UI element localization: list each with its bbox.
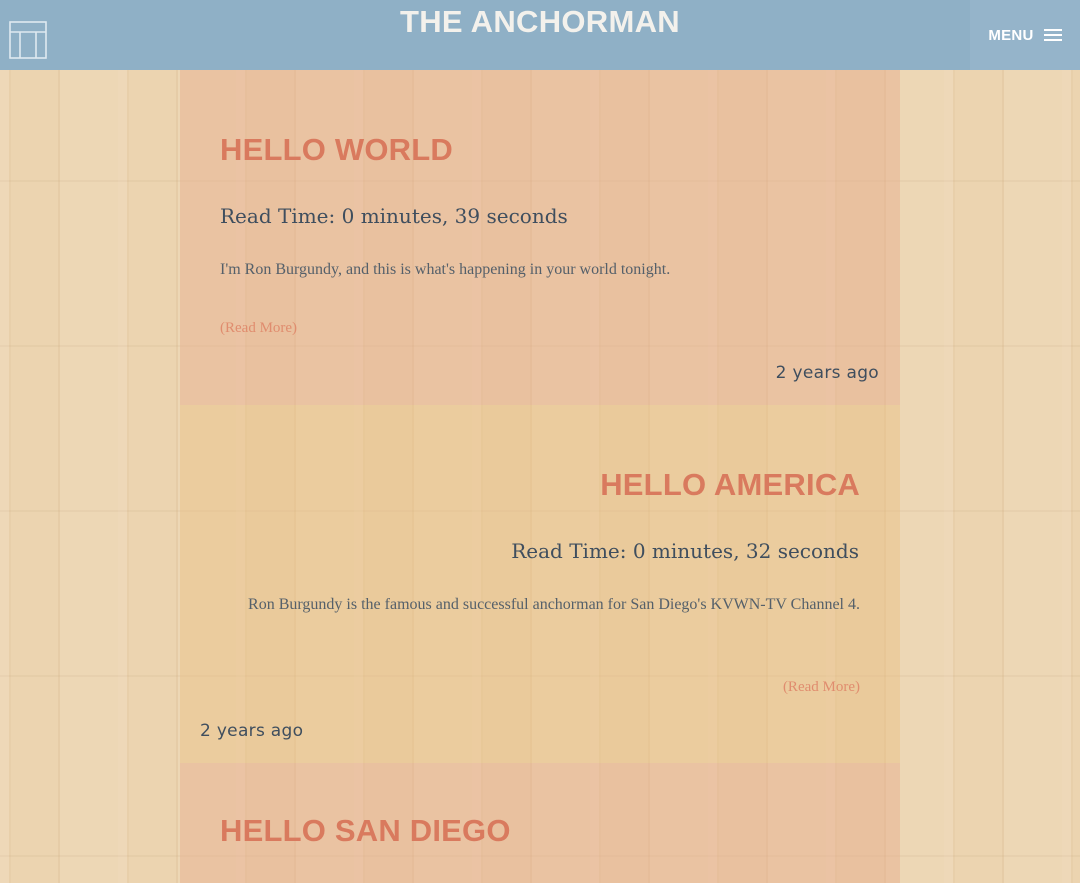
post-card: HELLO WORLD Read Time: 0 minutes, 39 sec… bbox=[180, 70, 900, 405]
post-title[interactable]: HELLO WORLD bbox=[220, 130, 453, 170]
site-title[interactable]: THE ANCHORMAN bbox=[0, 2, 1080, 42]
post-list: HELLO WORLD Read Time: 0 minutes, 39 sec… bbox=[180, 70, 900, 883]
read-more-link[interactable]: (Read More) bbox=[220, 318, 297, 338]
post-time-ago: 2 years ago bbox=[200, 721, 304, 741]
hamburger-icon bbox=[1043, 28, 1062, 42]
read-more-link[interactable]: (Read More) bbox=[783, 677, 860, 697]
post-title[interactable]: HELLO AMERICA bbox=[600, 465, 860, 505]
read-time: Read Time: 0 minutes, 39 seconds bbox=[220, 204, 568, 228]
read-time: Read Time: 0 minutes, 32 seconds bbox=[511, 539, 859, 563]
menu-button[interactable]: MENU bbox=[970, 0, 1080, 70]
post-excerpt: Ron Burgundy is the famous and successfu… bbox=[248, 596, 860, 613]
menu-label: MENU bbox=[988, 26, 1034, 44]
post-excerpt: I'm Ron Burgundy, and this is what's hap… bbox=[220, 261, 671, 278]
post-title[interactable]: HELLO SAN DIEGO bbox=[220, 811, 511, 851]
post-card: HELLO SAN DIEGO bbox=[180, 763, 900, 883]
top-bar: THE ANCHORMAN MENU bbox=[0, 0, 1080, 70]
post-card: HELLO AMERICA Read Time: 0 minutes, 32 s… bbox=[180, 405, 900, 763]
post-time-ago: 2 years ago bbox=[775, 363, 879, 383]
